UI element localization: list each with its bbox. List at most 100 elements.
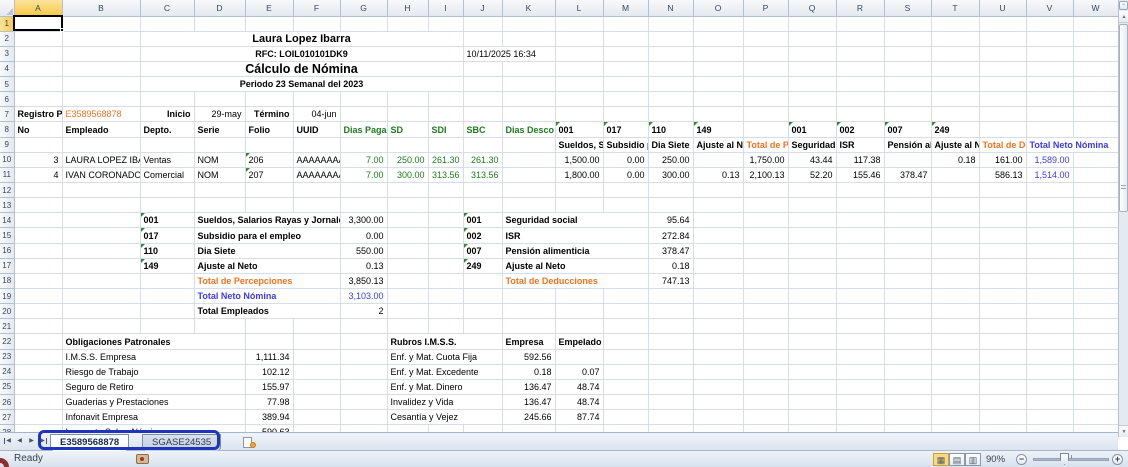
cell-K8[interactable]: Dias Desco bbox=[502, 121, 556, 138]
cell-G20[interactable]: 2 bbox=[340, 303, 388, 320]
cell-N9[interactable]: Dia Siete bbox=[648, 137, 694, 153]
cell-O14[interactable] bbox=[693, 212, 744, 229]
cell-K23[interactable]: 592.56 bbox=[502, 349, 556, 365]
cell-L4[interactable] bbox=[555, 61, 604, 78]
cell-R20[interactable] bbox=[836, 303, 885, 320]
cell-T20[interactable] bbox=[931, 303, 980, 320]
cell-G14[interactable]: 3,300.00 bbox=[340, 212, 388, 229]
cell-Q8[interactable]: 001 bbox=[788, 121, 837, 138]
cell-P17[interactable] bbox=[743, 258, 789, 274]
cell-W24[interactable] bbox=[1073, 364, 1118, 380]
cell-O28[interactable] bbox=[693, 424, 744, 432]
cell-I21[interactable] bbox=[428, 318, 464, 335]
cell-V25[interactable] bbox=[1026, 379, 1074, 396]
cell-C2[interactable]: Laura Lopez Ibarra bbox=[140, 31, 464, 47]
cell-N15[interactable]: 272.84 bbox=[648, 227, 694, 244]
cell-R15[interactable] bbox=[836, 227, 885, 244]
cell-I14[interactable] bbox=[428, 212, 464, 229]
cell-Q22[interactable] bbox=[788, 333, 837, 350]
row-header-27[interactable]: 27 bbox=[0, 409, 15, 426]
cell-C6[interactable] bbox=[140, 91, 195, 108]
cell-K12[interactable] bbox=[502, 182, 556, 199]
cell-P3[interactable] bbox=[743, 46, 789, 62]
cell-H15[interactable] bbox=[387, 227, 429, 244]
cell-D10[interactable]: NOM bbox=[194, 152, 246, 168]
row-header-28[interactable]: 28 bbox=[0, 424, 15, 432]
cell-A26[interactable] bbox=[14, 394, 63, 411]
cell-S21[interactable] bbox=[884, 318, 932, 335]
cell-Q6[interactable] bbox=[788, 91, 837, 108]
cell-H19[interactable] bbox=[387, 288, 429, 305]
cell-J13[interactable] bbox=[463, 197, 503, 214]
cell-K1[interactable] bbox=[502, 16, 556, 32]
row-header-5[interactable]: 5 bbox=[0, 76, 15, 93]
cell-Q1[interactable] bbox=[788, 16, 837, 32]
cell-P21[interactable] bbox=[743, 318, 789, 335]
cell-R21[interactable] bbox=[836, 318, 885, 335]
cell-W15[interactable] bbox=[1073, 227, 1118, 244]
cell-W6[interactable] bbox=[1073, 91, 1118, 108]
cell-C15[interactable]: 017 bbox=[140, 227, 195, 244]
cell-J15[interactable]: 002 bbox=[463, 227, 503, 244]
cell-C3[interactable]: RFC: LOIL010101DK9 bbox=[140, 46, 464, 62]
cell-M2[interactable] bbox=[603, 31, 649, 47]
cell-P1[interactable] bbox=[743, 16, 789, 32]
cell-D18[interactable]: Total de Percepciones bbox=[194, 273, 341, 290]
cell-S20[interactable] bbox=[884, 303, 932, 320]
cell-R27[interactable] bbox=[836, 409, 885, 426]
cell-I11[interactable]: 313.56 bbox=[428, 167, 464, 184]
cell-A6[interactable] bbox=[14, 91, 63, 108]
cell-K21[interactable] bbox=[502, 318, 556, 335]
cell-B27[interactable]: Infonavit Empresa bbox=[62, 409, 246, 426]
cell-S26[interactable] bbox=[884, 394, 932, 411]
cell-O15[interactable] bbox=[693, 227, 744, 244]
next-sheet-button[interactable]: ▶ bbox=[26, 435, 37, 448]
cell-U16[interactable] bbox=[979, 243, 1027, 259]
cell-E1[interactable] bbox=[245, 16, 294, 32]
cell-M27[interactable] bbox=[603, 409, 649, 426]
cell-L6[interactable] bbox=[555, 91, 604, 108]
cell-V28[interactable] bbox=[1026, 424, 1074, 432]
cell-U7[interactable] bbox=[979, 106, 1027, 123]
row-header-19[interactable]: 19 bbox=[0, 288, 15, 305]
cell-W1[interactable] bbox=[1073, 16, 1118, 32]
row-header-17[interactable]: 17 bbox=[0, 257, 15, 274]
row-header-7[interactable]: 7 bbox=[0, 106, 15, 123]
cell-S8[interactable]: 007 bbox=[884, 121, 932, 138]
cell-A17[interactable] bbox=[14, 258, 63, 274]
cell-F13[interactable] bbox=[293, 197, 341, 214]
cell-E23[interactable]: 1,111.34 bbox=[245, 349, 294, 365]
zoom-out-button[interactable]: − bbox=[1016, 454, 1027, 465]
row-header-2[interactable]: 2 bbox=[0, 30, 15, 47]
zoom-in-button[interactable]: + bbox=[1112, 454, 1123, 465]
cell-K13[interactable] bbox=[502, 197, 556, 214]
cell-H25[interactable]: Enf. y Mat. Dinero bbox=[387, 379, 503, 396]
column-header-S[interactable]: S bbox=[883, 0, 932, 17]
cell-T27[interactable] bbox=[931, 409, 980, 426]
cell-M4[interactable] bbox=[603, 61, 649, 78]
cell-P25[interactable] bbox=[743, 379, 789, 396]
cell-V9[interactable]: Total Neto Nómina bbox=[1026, 137, 1118, 153]
cell-B21[interactable] bbox=[62, 318, 141, 335]
cell-A15[interactable] bbox=[14, 227, 63, 244]
row-header-12[interactable]: 12 bbox=[0, 182, 15, 199]
cell-P27[interactable] bbox=[743, 409, 789, 426]
cell-D8[interactable]: Serie bbox=[194, 121, 246, 138]
cell-F21[interactable] bbox=[293, 318, 341, 335]
cell-L13[interactable] bbox=[555, 197, 604, 214]
cell-E28[interactable]: 590.63 bbox=[245, 424, 294, 432]
cell-V18[interactable] bbox=[1026, 273, 1074, 290]
normal-view-button[interactable]: ▦ bbox=[933, 453, 949, 466]
row-header-25[interactable]: 25 bbox=[0, 378, 15, 396]
cell-E22[interactable] bbox=[245, 333, 294, 350]
cell-M19[interactable] bbox=[603, 288, 649, 305]
cell-S11[interactable]: 378.47 bbox=[884, 167, 932, 184]
cell-L12[interactable] bbox=[555, 182, 604, 199]
cell-S12[interactable] bbox=[884, 182, 932, 199]
cell-G10[interactable]: 7.00 bbox=[340, 152, 388, 168]
cell-V6[interactable] bbox=[1026, 91, 1074, 108]
cell-O18[interactable] bbox=[693, 273, 744, 290]
cell-P5[interactable] bbox=[743, 76, 789, 93]
cell-G8[interactable]: Dias Pagad bbox=[340, 121, 388, 138]
cell-P11[interactable]: 2,100.13 bbox=[743, 167, 789, 184]
